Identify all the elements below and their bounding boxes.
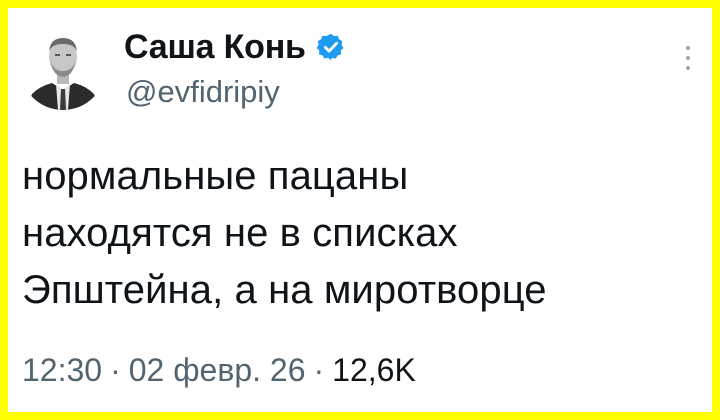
author-display-name[interactable]: Саша Конь bbox=[124, 30, 306, 64]
tweet-card: Саша Конь @evfidripiy нормальные пацаны … bbox=[8, 8, 712, 412]
more-options-icon[interactable] bbox=[684, 46, 692, 70]
verified-badge-icon bbox=[316, 32, 346, 62]
meta-separator: · bbox=[313, 352, 325, 388]
tweet-text: нормальные пацаны находятся не в списках… bbox=[22, 148, 692, 319]
tweet-time[interactable]: 12:30 bbox=[22, 352, 102, 388]
author-handle[interactable]: @evfidripiy bbox=[126, 76, 280, 107]
tweet-line: нормальные пацаны bbox=[22, 154, 409, 198]
author-name-row: Саша Конь bbox=[124, 30, 346, 64]
meta-separator: · bbox=[110, 352, 121, 388]
more-dot bbox=[686, 56, 690, 60]
avatar[interactable] bbox=[20, 24, 106, 110]
tweet-meta: 12:30 · 02 февр. 26 · 12,6K bbox=[22, 354, 416, 386]
view-count[interactable]: 12,6K bbox=[332, 352, 416, 388]
tweet-line: находятся не в списках bbox=[22, 211, 458, 255]
more-dot bbox=[686, 66, 690, 70]
tweet-line: Эпштейна, а на миротворце bbox=[22, 268, 547, 312]
avatar-photo-icon bbox=[20, 24, 106, 110]
more-dot bbox=[686, 46, 690, 50]
tweet-date[interactable]: 02 февр. 26 bbox=[129, 352, 306, 388]
